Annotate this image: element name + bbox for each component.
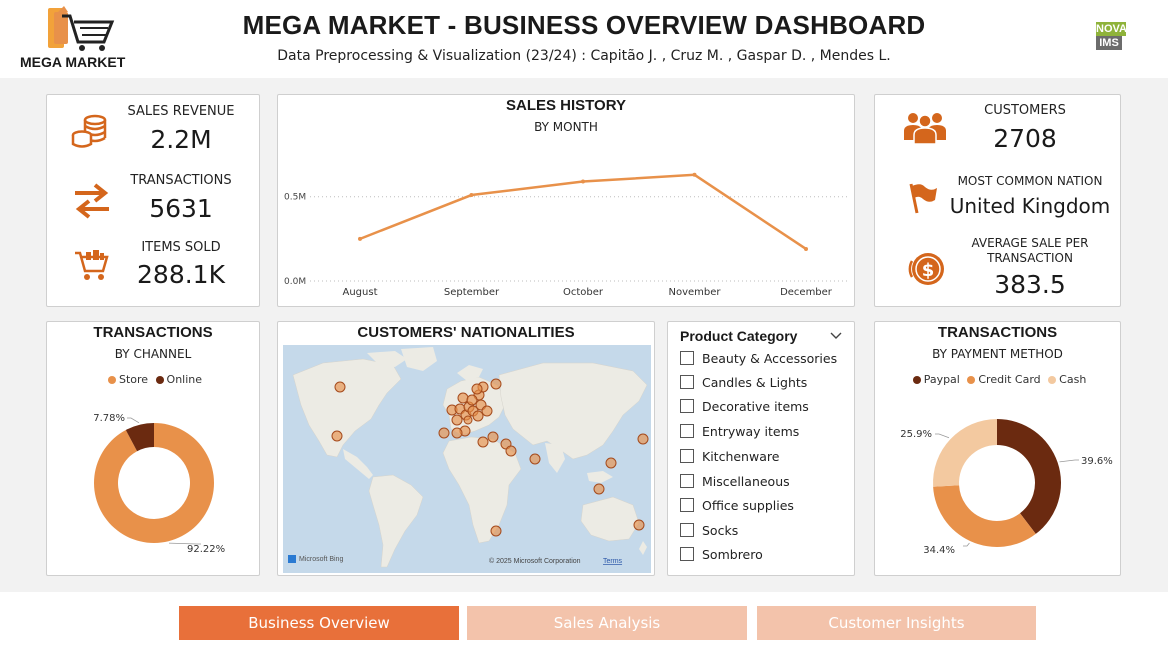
nova-badge: NOVA [1096,22,1127,36]
ims-badge: IMS [1096,36,1122,50]
map-title: CUSTOMERS' NATIONALITIES [357,324,575,341]
kpi-card-left: SALES REVENUE 2.2M TRANSACTIONS 5631 ITE… [46,94,260,307]
header: MEGA MARKET MEGA MARKET - BUSINESS OVERV… [0,0,1168,78]
map-attribution: © 2025 Microsoft Corporation [489,557,581,565]
data-point[interactable] [581,179,585,184]
avg-sale-value: 383.5 [994,270,1066,299]
leader-line [1059,459,1079,463]
data-point[interactable] [692,172,697,177]
map-terms-link[interactable]: Terms [603,558,623,565]
nation-label: MOST COMMON NATION [957,174,1103,188]
donut-slice[interactable] [933,485,1036,547]
leader-line [935,433,950,439]
y-tick-label: 0.5M [284,193,306,203]
world-map[interactable]: Microsoft Bing © 2025 Microsoft Corporat… [283,345,651,573]
slicer-item-sombrero[interactable]: Sombrero [680,544,763,564]
revenue-value: 2.2M [150,125,212,154]
exchange-arrows-icon [75,183,109,219]
slicer-item-candles-lights[interactable]: Candles & Lights [680,372,807,392]
kpi-card-right: CUSTOMERS 2708 MOST COMMON NATION United… [874,94,1121,307]
customers-label: CUSTOMERS [984,103,1066,118]
slicer-item-label: Kitchenware [702,448,780,464]
tab-customer-insights[interactable]: Customer Insights [757,606,1036,640]
svg-text:$: $ [922,260,935,281]
avg-sale-label-line1: AVERAGE SALE PER [971,236,1089,250]
data-label: 7.78% [93,413,125,424]
data-label: 39.6% [1081,456,1113,467]
data-point[interactable] [804,246,808,251]
chevron-down-icon[interactable] [830,332,842,340]
slicer-item-label: Office supplies [702,497,794,513]
transactions-value: 5631 [149,194,213,223]
checkbox[interactable] [680,523,694,537]
nationalities-card: CUSTOMERS' NATIONALITIES Microsoft Bing … [277,321,655,576]
checkbox[interactable] [680,498,694,512]
checkbox[interactable] [680,449,694,463]
data-point[interactable] [469,193,474,198]
items-label: ITEMS SOLD [141,240,221,255]
slicer-item-label: Miscellaneous [702,473,790,489]
customers-value: 2708 [993,124,1057,153]
data-label: 34.4% [923,545,955,556]
transactions-label: TRANSACTIONS [130,173,232,188]
slicer-item-entryway-items[interactable]: Entryway items [680,421,799,441]
page-subtitle: Data Preprocessing & Visualization (23/2… [277,48,891,64]
checkbox[interactable] [680,375,694,389]
coins-icon [71,114,107,148]
slicer-item-beauty-accessories[interactable]: Beauty & Accessories [680,348,837,368]
x-tick-label: December [780,287,833,298]
avg-sale-label-line2: TRANSACTION [987,251,1073,265]
payment-donut-chart: 39.6% 34.4% 25.9% [900,419,1113,556]
slicer-item-label: Sombrero [702,546,763,562]
slicer-title: Product Category [680,328,798,344]
sales-history-chart: 0.0M 0.5M August September October November De… [284,172,850,298]
sales-history-card: SALES HISTORY BY MONTH 0.0M 0.5M August Sep… [277,94,855,307]
sales-line [359,173,807,251]
checkbox[interactable] [680,351,694,365]
people-icon [904,113,946,144]
data-label: 25.9% [900,429,932,440]
x-tick-label: September [444,287,500,298]
tab-business-overview[interactable]: Business Overview [179,606,459,640]
nation-value: United Kingdom [949,194,1111,218]
donut-slice[interactable] [997,419,1061,534]
items-value: 288.1K [137,260,225,289]
slicer-item-decorative-items[interactable]: Decorative items [680,396,809,416]
donut-slice[interactable] [94,423,215,543]
slicer-item-label: Candles & Lights [702,374,808,390]
leader-line [127,417,140,424]
slicer-item-miscellaneous[interactable]: Miscellaneous [680,471,790,491]
map-brand: Microsoft Bing [299,556,343,563]
page-title: MEGA MARKET - BUSINESS OVERVIEW DASHBOAR… [242,10,926,40]
data-label: 92.22% [187,544,225,555]
checkbox[interactable] [680,547,694,561]
tab-sales-analysis[interactable]: Sales Analysis [467,606,747,640]
slicer-item-office-supplies[interactable]: Office supplies [680,495,794,515]
revenue-label: SALES REVENUE [127,104,235,119]
checkbox[interactable] [680,399,694,413]
shopping-cart-icon [75,250,109,280]
x-tick-label: August [343,287,378,298]
checkbox[interactable] [680,474,694,488]
slicer-item-label: Entryway items [702,423,800,439]
donut-slice[interactable] [933,419,997,487]
slicer-item-kitchenware[interactable]: Kitchenware [680,446,779,466]
checkbox[interactable] [680,424,694,438]
leader-line [963,542,970,547]
x-tick-label: November [668,287,721,298]
slicer-item-label: Socks [702,522,739,538]
data-point[interactable] [358,236,362,241]
slicer-item-label: Decorative items [702,398,809,414]
channel-card: TRANSACTIONS BY CHANNEL Store Online 92.… [46,321,260,576]
x-tick-label: October [563,287,604,298]
product-category-slicer: Product Category Beauty & Accessories Ca… [667,321,855,576]
nova-ims-logo: NOVA IMS [1096,22,1127,50]
y-tick-label: 0.0M [284,277,306,287]
slicer-item-socks[interactable]: Socks [680,520,738,540]
bing-icon [288,555,296,563]
channel-donut-chart: 92.22% 7.78% [93,413,225,555]
payment-card: TRANSACTIONS BY PAYMENT METHOD Paypal Cr… [874,321,1121,576]
slicer-item-label: Beauty & Accessories [702,350,838,366]
dollar-coin-icon: $ [908,253,944,285]
